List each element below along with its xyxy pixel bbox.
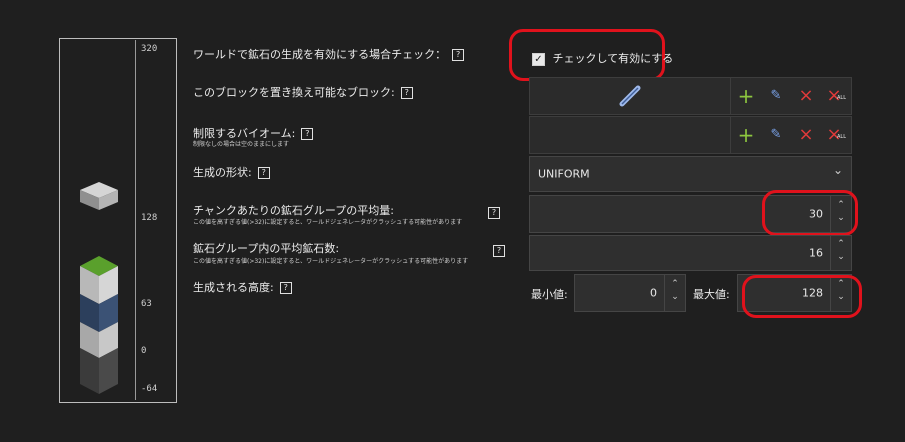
pickaxe-icon [619,85,641,107]
avg-ores-label: 鉱石グループ内の平均鉱石数: [193,240,339,256]
spin-buttons: ⌃ ⌄ [830,236,851,270]
world-column-icon [80,256,118,394]
spin-buttons: ⌃ ⌄ [664,275,685,311]
chevron-down-icon: ⌄ [832,163,843,177]
tick-320: 320 [141,44,158,54]
edit-icon[interactable]: ✎ [766,86,786,106]
remove-all-suffix: ALL [837,134,846,140]
avg-groups-label: チャンクあたりの鉱石グループの平均量: [193,202,394,218]
help-icon[interactable]: ? [452,49,465,61]
remove-all-icon[interactable]: × ALL [824,86,846,106]
replaceable-blocks-label-text: このブロックを置き換え可能なブロック: [193,86,395,99]
help-icon[interactable]: ? [257,167,270,179]
restrict-biomes-list[interactable]: + ✎ × × ALL [529,116,852,154]
highlight-ring [762,190,858,236]
min-height-spinner[interactable]: 0 ⌃ ⌄ [574,274,686,312]
replaceable-blocks-label: このブロックを置き換え可能なブロック:? [193,84,413,100]
tick-128: 128 [141,213,158,223]
avg-ores-spinner[interactable]: 16 ⌃ ⌄ [529,235,852,271]
shape-select[interactable]: UNIFORM ⌄ [529,156,852,192]
ore-block-icon [80,182,118,210]
avg-ores-sub: この値を高すぎる値(>32)に設定すると、ワールドジェネレーターがクラッシュする… [193,258,469,265]
spin-up-icon[interactable]: ⌃ [665,279,685,289]
max-label: 最大値: [693,288,730,301]
help-icon[interactable]: ? [301,128,314,140]
remove-all-suffix: ALL [837,95,846,101]
min-label: 最小値: [531,288,568,301]
tick-0: 0 [141,346,147,356]
shape-label: 生成の形状:? [193,164,270,180]
remove-icon[interactable]: × [796,86,816,106]
enable-gen-label-text: ワールドで鉱石の生成を有効にする場合チェック： [193,48,447,61]
help-icon[interactable]: ? [279,282,292,294]
enable-checkbox[interactable]: ✓ チェックして有効にする [532,50,673,66]
divider [730,78,731,114]
restrict-biomes-sub: 制限なしの場合は空のままにします [193,141,290,148]
avg-ores-value: 16 [809,246,823,260]
avg-ores-label-text: 鉱石グループ内の平均鉱石数: [193,242,340,255]
blocks-list-area[interactable] [530,78,730,114]
tick-minus64: -64 [141,384,158,394]
min-height-value: 0 [650,286,657,300]
replaceable-blocks-list[interactable]: + ✎ × × ALL [529,77,852,115]
edit-icon[interactable]: ✎ [766,125,786,145]
divider [730,117,731,153]
checkbox-checked-icon[interactable]: ✓ [532,52,545,66]
height-scale-line [135,40,136,400]
enable-checkbox-label: チェックして有効にする [552,52,674,65]
remove-all-icon[interactable]: × ALL [824,125,846,145]
avg-groups-sub: この値を高すぎる値(>32)に設定すると、ワールドジェネレータがクラッシュする可… [193,219,463,226]
spin-up-icon[interactable]: ⌃ [831,239,851,249]
highlight-ring [742,275,862,318]
spin-down-icon[interactable]: ⌄ [831,252,851,262]
help-icon[interactable]: ? [400,87,413,99]
shape-select-value: UNIFORM [538,167,590,181]
tick-63: 63 [141,299,152,309]
remove-icon[interactable]: × [796,125,816,145]
height-label: 生成される高度:? [193,279,292,295]
help-icon[interactable]: ? [493,245,505,257]
help-icon[interactable]: ? [488,207,500,219]
shape-label-text: 生成の形状: [193,166,252,179]
enable-gen-label: ワールドで鉱石の生成を有効にする場合チェック：? [193,46,465,62]
height-label-text: 生成される高度: [193,281,274,294]
avg-groups-label-text: チャンクあたりの鉱石グループの平均量: [193,204,394,217]
spin-down-icon[interactable]: ⌄ [665,292,685,302]
add-icon[interactable]: + [736,86,756,106]
add-icon[interactable]: + [736,125,756,145]
